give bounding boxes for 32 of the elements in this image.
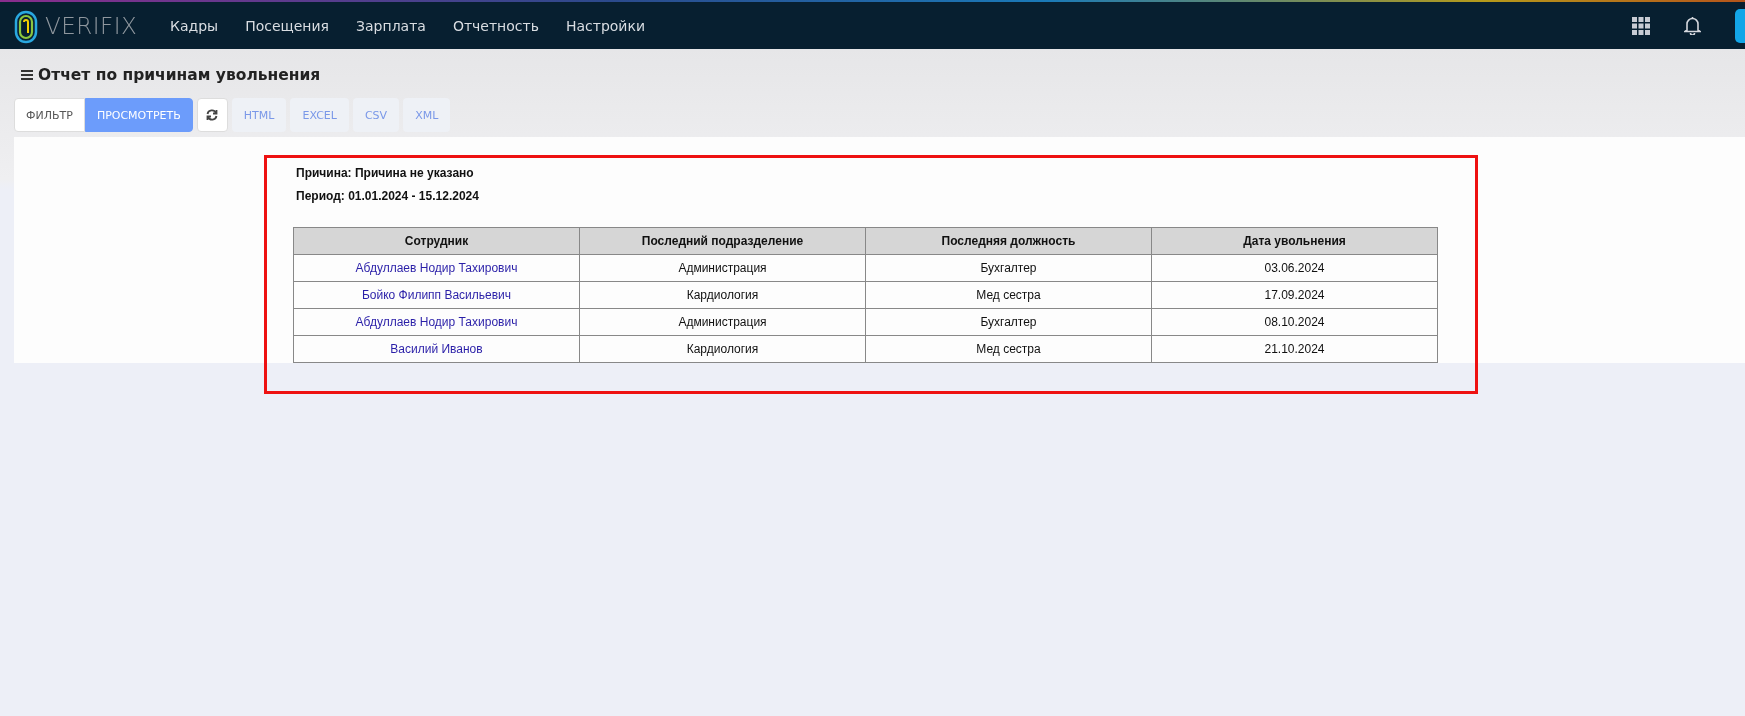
page-title: Отчет по причинам увольнения <box>38 66 321 84</box>
table-cell: Кардиология <box>579 335 866 363</box>
table-cell: Администрация <box>579 254 866 282</box>
menu-icon[interactable] <box>21 70 33 80</box>
nav-menu-item[interactable]: Отчетность <box>452 17 539 34</box>
table-cell: 17.09.2024 <box>1151 281 1438 309</box>
nav-menu-item[interactable]: Посещения <box>245 17 330 34</box>
filter-button[interactable]: ФИЛЬТР <box>14 98 85 132</box>
column-header: Дата увольнения <box>1151 227 1438 255</box>
apps-grid-icon[interactable] <box>1632 16 1650 35</box>
nav-menu-item[interactable]: Настройки <box>565 17 645 34</box>
table-cell: Мед сестра <box>865 335 1152 363</box>
column-header: Последний подразделение <box>579 227 866 255</box>
notification-bell-icon[interactable] <box>1684 16 1701 35</box>
nav-menu-item[interactable]: Зарплата <box>356 17 426 34</box>
table-cell: 08.10.2024 <box>1151 308 1438 336</box>
period-label: Период: 01.01.2024 - 15.12.2024 <box>295 189 480 205</box>
table-cell: Бухгалтер <box>865 308 1152 336</box>
refresh-button[interactable] <box>196 98 228 132</box>
table-cell: Бухгалтер <box>865 254 1152 282</box>
employee-link[interactable]: Василий Иванов <box>390 342 483 356</box>
logo-wordmark: VERIFIX <box>45 12 138 39</box>
table-cell: Кардиология <box>579 281 866 309</box>
table-cell: Мед сестра <box>865 281 1152 309</box>
table-cell: 21.10.2024 <box>1151 335 1438 363</box>
column-header: Сотрудник <box>293 227 580 255</box>
table-cell: Администрация <box>579 308 866 336</box>
column-header: Последняя должность <box>865 227 1152 255</box>
nav-menu-item[interactable]: Кадры <box>170 17 219 34</box>
table-cell: 03.06.2024 <box>1151 254 1438 282</box>
reason-label: Причина: Причина не указано <box>295 166 475 182</box>
refresh-icon <box>206 109 219 121</box>
